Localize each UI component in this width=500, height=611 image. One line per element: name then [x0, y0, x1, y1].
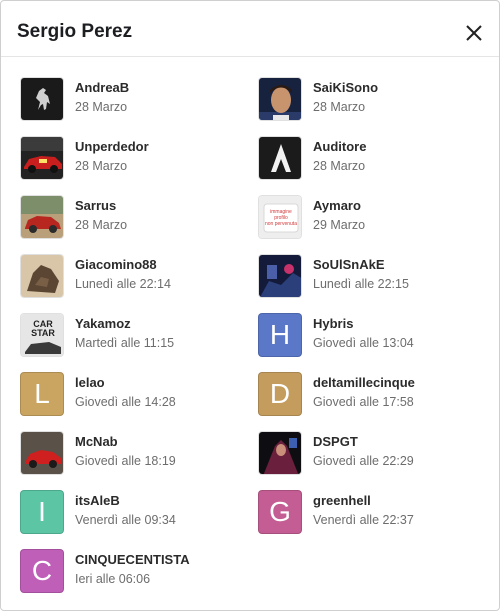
user-name[interactable]: itsAleB [75, 493, 120, 508]
avatar[interactable] [20, 136, 64, 180]
timestamp: Venerdì alle 22:37 [313, 513, 414, 527]
avatar[interactable]: immagine profilo non pervenuta [258, 195, 302, 239]
user-name[interactable]: Hybris [313, 316, 353, 331]
user-name[interactable]: Auditore [313, 139, 366, 154]
list-item[interactable]: Unperdedor 28 Marzo [20, 136, 240, 182]
dark-poster-photo [259, 432, 301, 474]
user-name[interactable]: lelao [75, 375, 105, 390]
list-item[interactable]: Auditore 28 Marzo [258, 136, 478, 182]
car-star-magazine: CAR STAR [21, 314, 63, 356]
avatar[interactable] [20, 254, 64, 298]
close-icon [466, 25, 482, 41]
avatar[interactable] [258, 77, 302, 121]
list-item[interactable]: L lelao Giovedì alle 14:28 [20, 372, 240, 418]
avatar[interactable] [20, 195, 64, 239]
portrait-photo [259, 78, 301, 120]
likes-dialog: Sergio Perez AndreaB 28 Marzo SaiKiSono … [0, 0, 500, 611]
timestamp: Ieri alle 06:06 [75, 572, 151, 586]
user-name[interactable]: Sarrus [75, 198, 116, 213]
list-item[interactable]: McNab Giovedì alle 18:19 [20, 431, 240, 477]
placeholder-image: immagine profilo non pervenuta [259, 196, 301, 238]
list-item[interactable]: Giacomino88 Lunedì alle 22:14 [20, 254, 240, 300]
avatar[interactable]: I [20, 490, 64, 534]
avatar[interactable]: L [20, 372, 64, 416]
red-car-photo [21, 432, 63, 474]
timestamp: Lunedì alle 22:14 [75, 277, 171, 291]
list-item[interactable]: C CINQUECENTISTA Ieri alle 06:06 [20, 549, 240, 595]
timestamp: 28 Marzo [75, 218, 128, 232]
list-item[interactable]: I itsAleB Venerdì alle 09:34 [20, 490, 240, 536]
list-item[interactable]: H Hybris Giovedì alle 13:04 [258, 313, 478, 359]
ferrari-horse-photo [21, 78, 63, 120]
avatar[interactable] [20, 77, 64, 121]
user-name[interactable]: DSPGT [313, 434, 358, 449]
avatar[interactable]: CAR STAR [20, 313, 64, 357]
red-race-car-photo [21, 137, 63, 179]
avatar[interactable] [258, 254, 302, 298]
timestamp: 28 Marzo [75, 159, 128, 173]
timestamp: 28 Marzo [75, 100, 128, 114]
list-item[interactable]: Sarrus 28 Marzo [20, 195, 240, 241]
assassin-logo [259, 137, 301, 179]
timestamp: Giovedì alle 13:04 [313, 336, 414, 350]
magazine-line-2: STAR [31, 328, 55, 338]
user-name[interactable]: deltamillecinque [313, 375, 415, 390]
timestamp: Giovedì alle 17:58 [313, 395, 414, 409]
avatar[interactable]: C [20, 549, 64, 593]
avatar[interactable]: D [258, 372, 302, 416]
avatar[interactable]: G [258, 490, 302, 534]
dialog-header: Sergio Perez [1, 1, 499, 57]
timestamp: Giovedì alle 14:28 [75, 395, 176, 409]
list-item[interactable]: CAR STAR Yakamoz Martedì alle 11:15 [20, 313, 240, 359]
user-name[interactable]: greenhell [313, 493, 371, 508]
close-button[interactable] [463, 22, 485, 44]
timestamp: 28 Marzo [313, 159, 366, 173]
user-name[interactable]: SaiKiSono [313, 80, 378, 95]
user-name[interactable]: McNab [75, 434, 118, 449]
game-art-photo [259, 255, 301, 297]
timestamp: Giovedì alle 22:29 [313, 454, 414, 468]
user-name[interactable]: SoUlSnAkE [313, 257, 385, 272]
list-item[interactable]: SaiKiSono 28 Marzo [258, 77, 478, 123]
user-name[interactable]: Unperdedor [75, 139, 149, 154]
list-item[interactable]: AndreaB 28 Marzo [20, 77, 240, 123]
avatar[interactable]: H [258, 313, 302, 357]
vintage-car-photo [21, 196, 63, 238]
timestamp: 28 Marzo [313, 100, 366, 114]
list-item[interactable]: G greenhell Venerdì alle 22:37 [258, 490, 478, 536]
timestamp: Lunedì alle 22:15 [313, 277, 409, 291]
avatar[interactable] [20, 431, 64, 475]
list-item[interactable]: DSPGT Giovedì alle 22:29 [258, 431, 478, 477]
user-name[interactable]: Aymaro [313, 198, 361, 213]
user-name[interactable]: Yakamoz [75, 316, 131, 331]
brown-object-photo [21, 255, 63, 297]
user-name[interactable]: AndreaB [75, 80, 129, 95]
timestamp: 29 Marzo [313, 218, 366, 232]
dialog-title: Sergio Perez [17, 21, 133, 42]
timestamp: Martedì alle 11:15 [75, 336, 175, 350]
placeholder-line-3: non pervenuta [265, 221, 297, 227]
user-name[interactable]: CINQUECENTISTA [75, 552, 190, 567]
list-item[interactable]: immagine profilo non pervenuta Aymaro 29… [258, 195, 478, 241]
list-item[interactable]: D deltamillecinque Giovedì alle 17:58 [258, 372, 478, 418]
list-item[interactable]: SoUlSnAkE Lunedì alle 22:15 [258, 254, 478, 300]
avatar[interactable] [258, 136, 302, 180]
user-name[interactable]: Giacomino88 [75, 257, 157, 272]
avatar[interactable] [258, 431, 302, 475]
timestamp: Venerdì alle 09:34 [75, 513, 176, 527]
timestamp: Giovedì alle 18:19 [75, 454, 176, 468]
